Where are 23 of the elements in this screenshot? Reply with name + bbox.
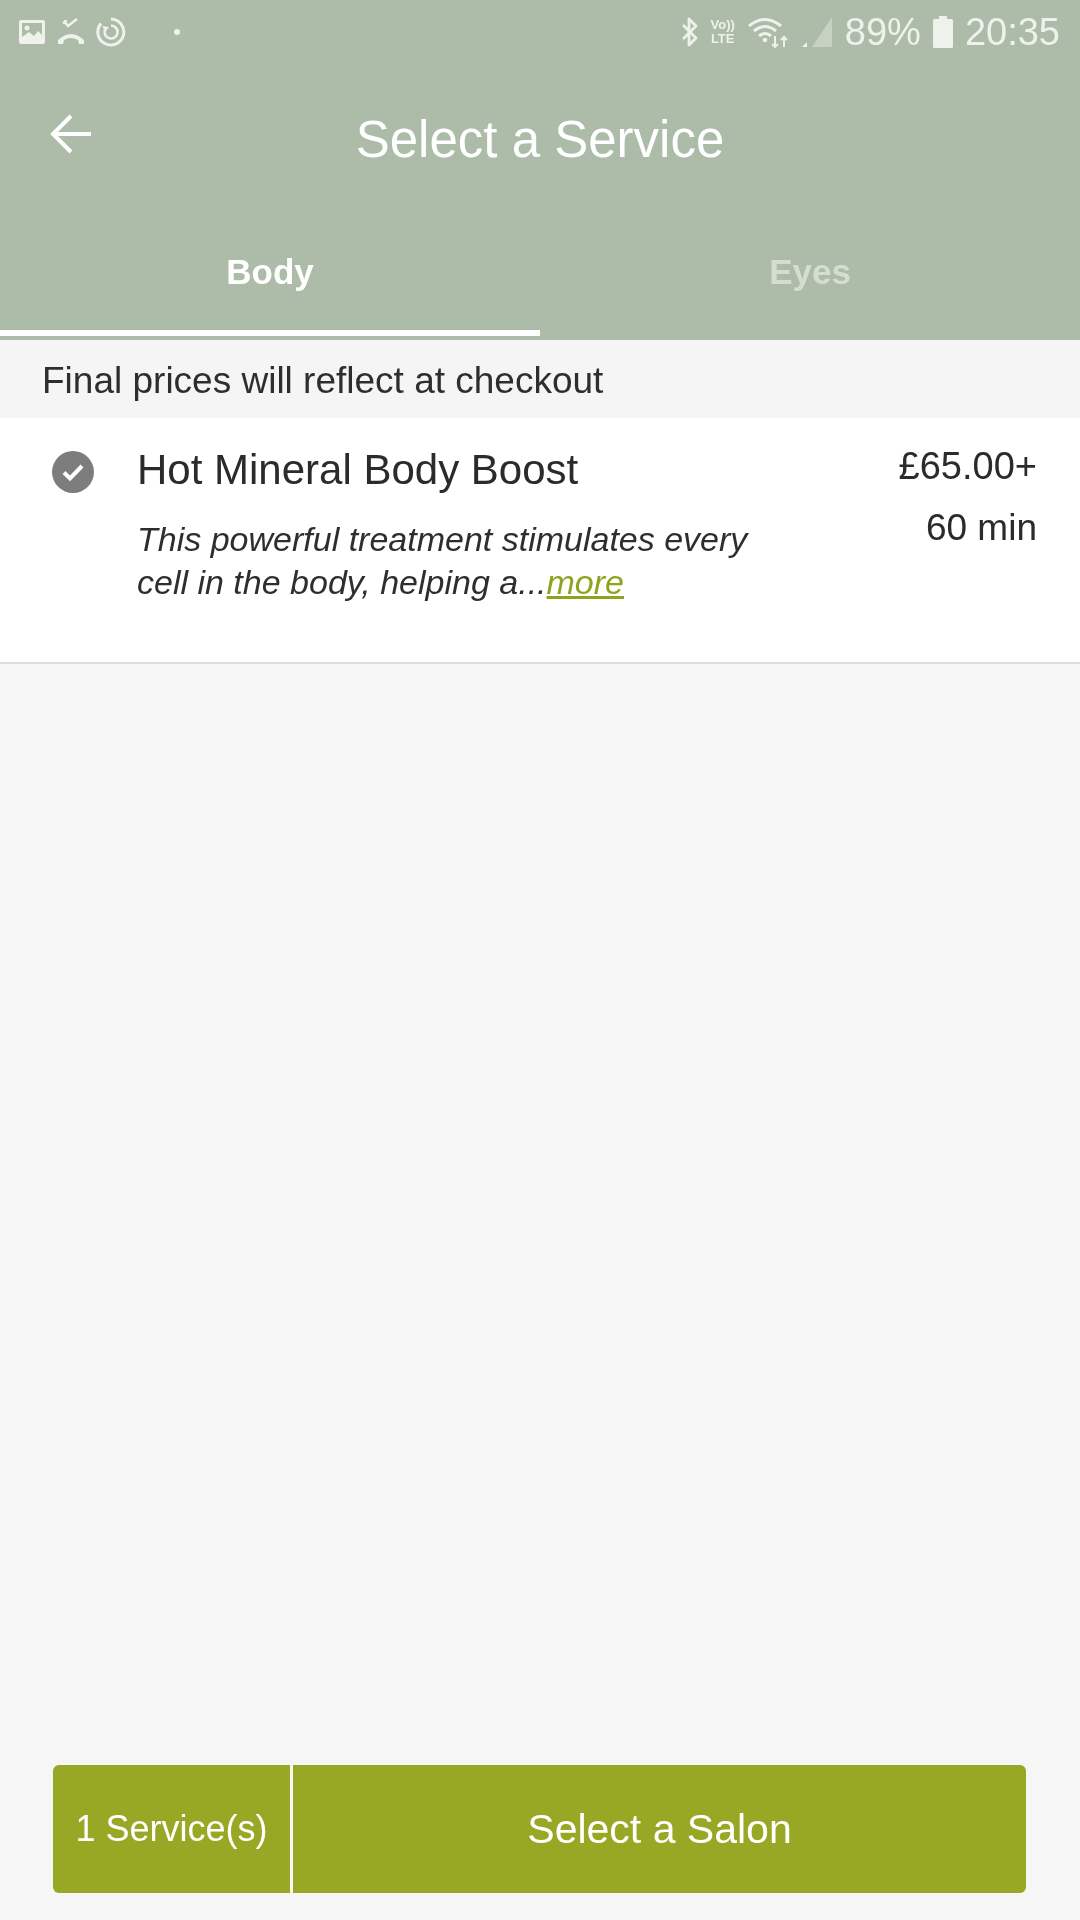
clock-time: 20:35 xyxy=(964,10,1060,54)
service-row[interactable]: Hot Mineral Body Boost This powerful treatment stimulates every cell in the body, helping a...more £65.00+ 60 min xyxy=(0,418,1080,664)
service-name: Hot Mineral Body Boost xyxy=(137,445,580,495)
service-duration: 60 min xyxy=(925,506,1037,550)
notification-dot-icon xyxy=(173,28,181,36)
back-arrow-icon xyxy=(50,114,92,154)
price-notice: Final prices will reflect at checkout xyxy=(42,360,604,402)
screen-title: Select a Service xyxy=(355,109,725,169)
check-circle-icon[interactable] xyxy=(52,451,94,493)
service-count: 1 Service(s) xyxy=(53,1765,290,1893)
volte-label: Vo)) LTE xyxy=(710,18,735,46)
image-icon xyxy=(18,19,46,45)
more-link[interactable]: more xyxy=(546,563,624,601)
battery-icon xyxy=(932,16,953,48)
missed-call-icon xyxy=(57,18,85,46)
battery-percentage: 89% xyxy=(844,10,921,54)
wifi-icon xyxy=(746,16,789,48)
service-price: £65.00+ xyxy=(898,444,1037,488)
select-salon-button[interactable]: Select a Salon xyxy=(293,1765,1026,1893)
signal-icon xyxy=(800,16,833,48)
sync-ring-icon xyxy=(96,17,126,47)
service-description: This powerful treatment stimulates every cell in the body, helping a...more xyxy=(137,519,750,603)
bluetooth-icon xyxy=(680,16,699,48)
